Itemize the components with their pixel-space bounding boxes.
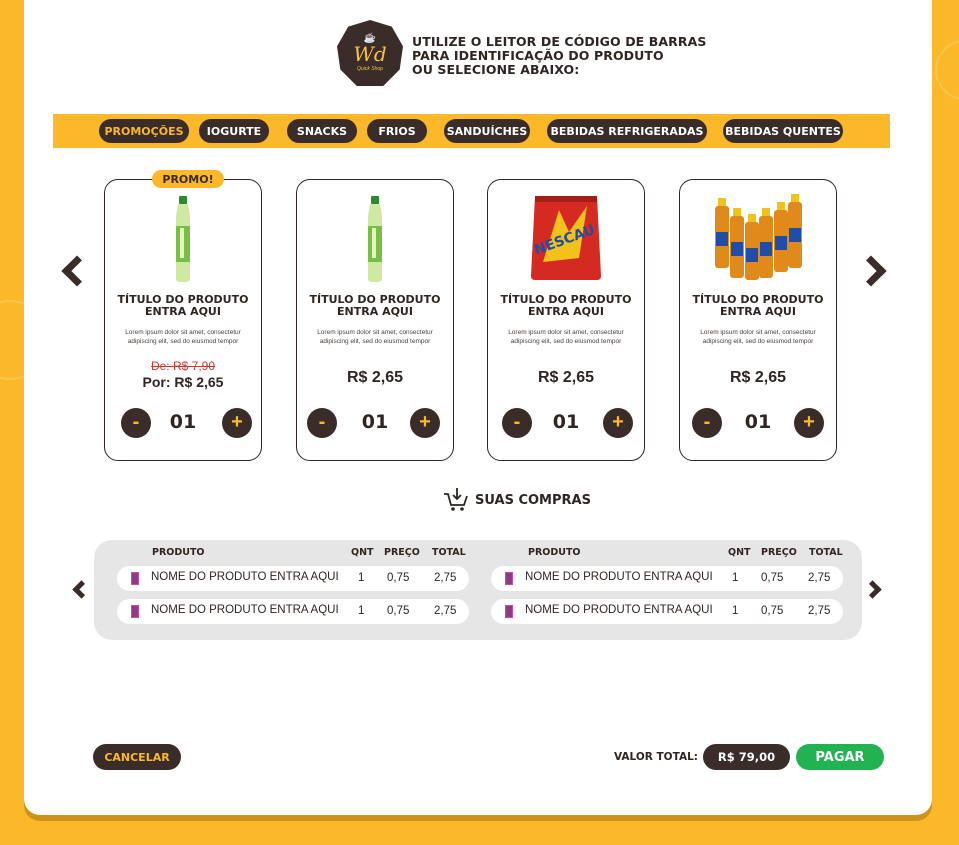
col-header-qty: QNT — [728, 547, 751, 558]
product-image — [708, 192, 808, 282]
col-header-product: PRODUTO — [152, 547, 205, 558]
col-header-qty: QNT — [351, 547, 374, 558]
product-title: TÍTULO DO PRODUTO ENTRA AQUI — [688, 294, 828, 318]
scan-instructions: UTILIZE O LEITOR DE CÓDIGO DE BARRAS PAR… — [412, 35, 712, 77]
cart-row-price: 0,75 — [761, 572, 784, 584]
cart-row-price: 0,75 — [387, 605, 410, 617]
water-bottle-icon — [368, 196, 382, 282]
category-tab-snacks[interactable]: SNACKS — [287, 119, 357, 143]
nescau-pack-icon: NESCAU — [531, 196, 601, 280]
category-tab-promocoes[interactable]: PROMOÇÕES — [99, 119, 189, 143]
cart-row[interactable]: NOME DO PRODUTO ENTRA AQUI 1 0,75 2,75 — [491, 599, 843, 624]
product-card[interactable]: TÍTULO DO PRODUTO ENTRA AQUI Lorem ipsum… — [104, 179, 262, 461]
product-thumb-icon — [131, 605, 139, 618]
product-description: Lorem ipsum dolor sit amet, consectetur … — [125, 329, 241, 345]
cart-row-qty: 1 — [732, 572, 739, 584]
product-card[interactable]: NESCAU TÍTULO DO PRODUTO ENTRA AQUI Lore… — [487, 179, 645, 461]
logo-subtitle: Quick Shop — [357, 66, 383, 72]
cart-row-qty: 1 — [732, 605, 739, 617]
col-header-total: TOTAL — [809, 547, 843, 558]
cart-row-total: 2,75 — [808, 572, 831, 584]
product-price: R$ 2,65 — [537, 369, 595, 386]
cart-row-name: NOME DO PRODUTO ENTRA AQUI — [151, 604, 339, 616]
product-price: R$ 2,65 — [729, 369, 787, 386]
veja-bottles-icon — [715, 194, 802, 280]
cancel-button[interactable]: CANCELAR — [93, 744, 181, 770]
cart-row[interactable]: NOME DO PRODUTO ENTRA AQUI 1 0,75 2,75 — [491, 566, 843, 591]
cart-icon — [444, 488, 468, 511]
product-description: Lorem ipsum dolor sit amet, consectetur … — [317, 329, 433, 345]
product-image: NESCAU — [516, 192, 616, 282]
instructions-line-3: OU SELECIONE ABAIXO: — [412, 62, 580, 77]
cart-row-name: NOME DO PRODUTO ENTRA AQUI — [525, 571, 713, 583]
category-tab-iogurte[interactable]: IOGURTE — [199, 119, 269, 143]
qty-plus-button[interactable]: + — [410, 408, 440, 438]
col-header-total: TOTAL — [432, 547, 466, 558]
product-card[interactable]: TÍTULO DO PRODUTO ENTRA AQUI Lorem ipsum… — [679, 179, 837, 461]
product-thumb-icon — [505, 605, 513, 618]
product-title: TÍTULO DO PRODUTO ENTRA AQUI — [496, 294, 636, 318]
col-header-price: PREÇO — [761, 547, 797, 558]
cart-row-name: NOME DO PRODUTO ENTRA AQUI — [151, 571, 339, 583]
water-bottle-icon — [176, 196, 190, 282]
product-image — [133, 192, 233, 282]
pay-button[interactable]: PAGAR — [796, 744, 884, 770]
product-description: Lorem ipsum dolor sit amet, consectetur … — [508, 329, 624, 345]
product-description: Lorem ipsum dolor sit amet, consectetur … — [700, 329, 816, 345]
col-header-product: PRODUTO — [528, 547, 581, 558]
total-label: VALOR TOTAL: — [614, 751, 698, 763]
cart-row-total: 2,75 — [434, 572, 457, 584]
cart-row-qty: 1 — [358, 572, 365, 584]
qty-plus-button[interactable]: + — [603, 408, 633, 438]
qty-plus-button[interactable]: + — [794, 408, 824, 438]
cart-row-total: 2,75 — [434, 605, 457, 617]
category-tab-bebidas-refrigeradas[interactable]: BEBIDAS REFRIGERADAS — [547, 119, 707, 143]
promo-badge: PROMO! — [152, 170, 224, 188]
category-tab-bebidas-quentes[interactable]: BEBIDAS QUENTES — [723, 119, 843, 143]
product-promo-price: Por: R$ 2,65 — [142, 374, 224, 390]
cart-row-price: 0,75 — [387, 572, 410, 584]
col-header-price: PREÇO — [384, 547, 420, 558]
logo-mark: Wd — [353, 42, 387, 66]
cart-row[interactable]: NOME DO PRODUTO ENTRA AQUI 1 0,75 2,75 — [117, 566, 469, 591]
product-title-line-2: ENTRA AQUI — [145, 305, 221, 318]
cart-row[interactable]: NOME DO PRODUTO ENTRA AQUI 1 0,75 2,75 — [117, 599, 469, 624]
product-price: R$ 2,65 — [346, 369, 404, 386]
product-image — [325, 192, 425, 282]
cart-row-total: 2,75 — [808, 605, 831, 617]
instructions-line-2: PARA IDENTIFICAÇÃO DO PRODUTO — [412, 48, 664, 63]
background-decoration — [935, 40, 959, 100]
qty-plus-button[interactable]: + — [222, 408, 252, 438]
cart-row-price: 0,75 — [761, 605, 784, 617]
cart-row-qty: 1 — [358, 605, 365, 617]
product-title-line-2: ENTRA AQUI — [337, 305, 413, 318]
category-tab-frios[interactable]: FRIOS — [367, 119, 427, 143]
cart-header: SUAS COMPRAS — [443, 487, 591, 513]
instructions-line-1: UTILIZE O LEITOR DE CÓDIGO DE BARRAS — [412, 34, 707, 49]
product-title: TÍTULO DO PRODUTO ENTRA AQUI — [113, 294, 253, 318]
product-old-price: De: R$ 7,90 — [150, 359, 216, 373]
product-title-line-2: ENTRA AQUI — [528, 305, 604, 318]
product-title: TÍTULO DO PRODUTO ENTRA AQUI — [305, 294, 445, 318]
product-title-line-2: ENTRA AQUI — [720, 305, 796, 318]
total-value: R$ 79,00 — [703, 744, 790, 770]
product-card[interactable]: TÍTULO DO PRODUTO ENTRA AQUI Lorem ipsum… — [296, 179, 454, 461]
category-tab-sanduiches[interactable]: SANDUÍCHES — [444, 119, 530, 143]
product-thumb-icon — [505, 572, 513, 585]
cart-title: SUAS COMPRAS — [475, 492, 591, 508]
product-thumb-icon — [131, 572, 139, 585]
cart-row-name: NOME DO PRODUTO ENTRA AQUI — [525, 604, 713, 616]
